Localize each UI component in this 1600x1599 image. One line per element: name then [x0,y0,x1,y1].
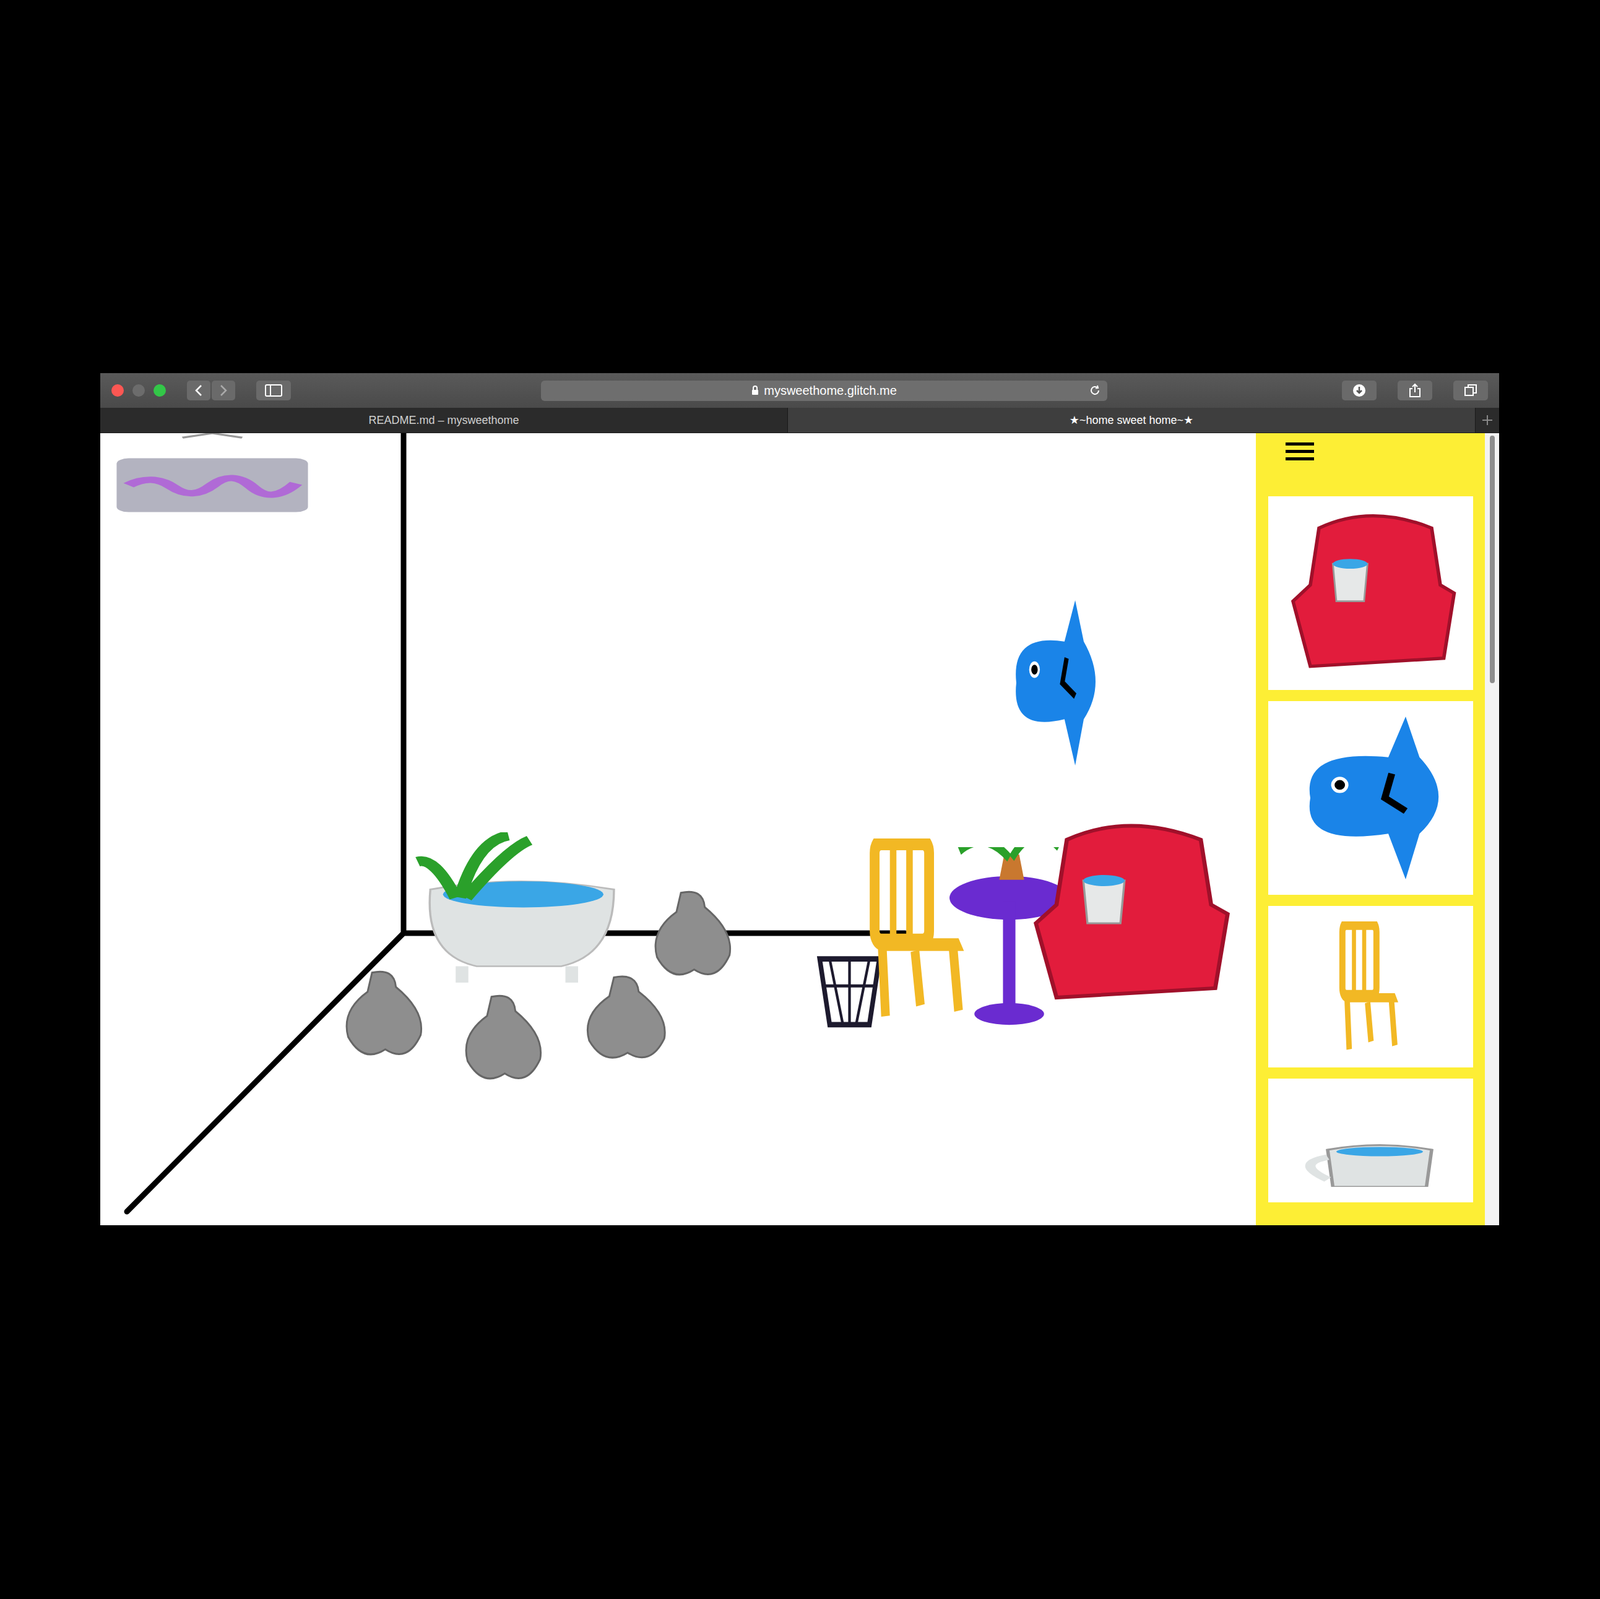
browser-window: mysweethome.glitch.me README.md – mysweet… [100,373,1500,1226]
fish-clock-picture [1284,716,1458,880]
room-object[interactable] [581,972,674,1070]
room-object[interactable] [1025,821,1232,1010]
fish-clock-picture [1000,600,1108,766]
tab-bar: README.md – mysweethome★~home sweet home… [100,407,1500,434]
forward-button[interactable] [211,380,236,401]
menu-button[interactable] [1285,442,1315,461]
chevron-right-icon [219,384,228,397]
toolbar: mysweethome.glitch.me [100,373,1500,408]
downloads-button[interactable] [1341,380,1377,401]
object-card[interactable] [1268,1078,1474,1203]
object-card[interactable] [1268,701,1474,896]
trash-basket-picture [816,951,883,1029]
bathtub-picture [413,832,625,996]
room-object[interactable] [1000,600,1108,769]
download-icon [1352,383,1367,398]
room-object[interactable] [649,888,739,987]
back-button[interactable] [186,380,211,401]
room-canvas [100,433,1256,1226]
sidebar-icon [264,384,283,397]
reload-icon [1088,384,1102,397]
minimize-button[interactable] [132,384,145,397]
room-lines-drawing [100,433,1256,1226]
object-card[interactable] [1268,496,1474,691]
browser-tab[interactable]: README.md – mysweethome [100,407,788,433]
nav-group [186,380,236,401]
close-button[interactable] [111,384,124,397]
new-tab-button[interactable] [1475,407,1500,433]
rock-stool-picture [341,968,430,1064]
room-object[interactable] [816,951,883,1032]
reload-button[interactable] [1088,384,1102,397]
chevron-left-icon [194,384,204,397]
armchair-picture [1284,511,1458,675]
room-object[interactable] [341,968,430,1067]
sign-picture [112,433,312,524]
lock-icon [751,385,759,396]
object-sidebar [1255,433,1485,1226]
zoom-button[interactable] [153,384,166,397]
armchair-picture [1025,821,1232,1008]
page-content [100,433,1500,1226]
rock-stool-picture [581,972,674,1068]
chair-picture [1336,921,1406,1053]
tabs-button[interactable] [1453,380,1488,401]
room-object[interactable] [112,433,312,526]
room-object[interactable] [460,992,550,1091]
tabs-icon [1463,383,1478,398]
right-tools [1341,380,1488,401]
mug-picture [1284,1094,1458,1188]
sidebar-button[interactable] [256,380,291,401]
rock-stool-picture [649,888,739,985]
scrollbar[interactable] [1484,433,1500,1226]
browser-tab[interactable]: ★~home sweet home~★ [787,407,1476,433]
page: mysweethome.glitch.me README.md – mysweet… [0,0,1600,1599]
object-card[interactable] [1268,906,1474,1068]
room-object[interactable] [413,832,625,999]
share-button[interactable] [1397,380,1433,401]
plus-icon [1481,414,1493,426]
address-bar[interactable]: mysweethome.glitch.me [540,380,1108,402]
room-object[interactable] [865,838,975,1023]
chair-picture [865,838,975,1021]
share-icon [1408,383,1422,398]
address-text: mysweethome.glitch.me [763,383,897,398]
rock-stool-picture [460,992,550,1089]
